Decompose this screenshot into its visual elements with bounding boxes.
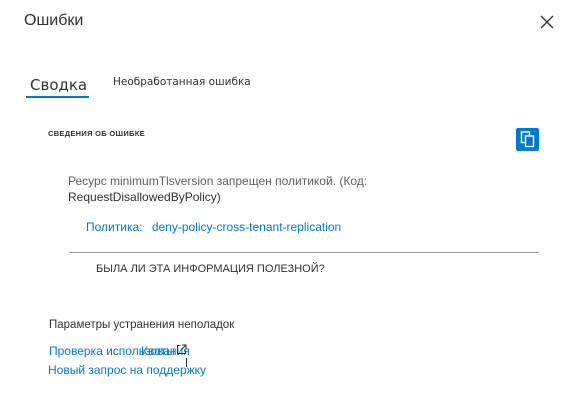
tab-selected-indicator <box>26 96 89 98</box>
text-cursor <box>186 358 187 367</box>
copy-icon <box>520 131 535 148</box>
error-message-line1: Ресурс minimumTlsversion запрещен полити… <box>68 174 368 188</box>
quota-link[interactable]: Квоты <box>141 344 175 358</box>
helpful-feedback[interactable]: БЫЛА ЛИ ЭТА ИНФОРМАЦИЯ ПОЛЕЗНОЙ? <box>96 263 325 275</box>
policy-link[interactable]: deny-policy-cross-tenant-replication <box>152 220 341 234</box>
error-message-line2: RequestDisallowedByPolicy) <box>68 190 221 204</box>
close-icon <box>540 15 554 29</box>
copy-button[interactable] <box>516 128 539 151</box>
external-link-icon <box>176 344 187 355</box>
error-details-heading: СВЕДЕНИЯ ОБ ОШИБКЕ <box>48 129 145 138</box>
divider <box>69 252 539 253</box>
tab-unhandled-error[interactable]: Необработанная ошибка <box>113 76 251 88</box>
close-button[interactable] <box>537 12 557 32</box>
new-support-request-link[interactable]: Новый запрос на поддержку <box>48 363 206 377</box>
panel-title: Ошибки <box>24 12 84 29</box>
policy-label: Политика: <box>86 220 143 234</box>
tab-summary[interactable]: Сводка <box>30 76 87 94</box>
troubleshooting-heading: Параметры устранения неполадок <box>49 319 235 331</box>
error-message: Ресурс minimumTlsversion запрещен полити… <box>68 173 508 205</box>
policy-row: Политика: deny-policy-cross-tenant-repli… <box>86 220 341 234</box>
